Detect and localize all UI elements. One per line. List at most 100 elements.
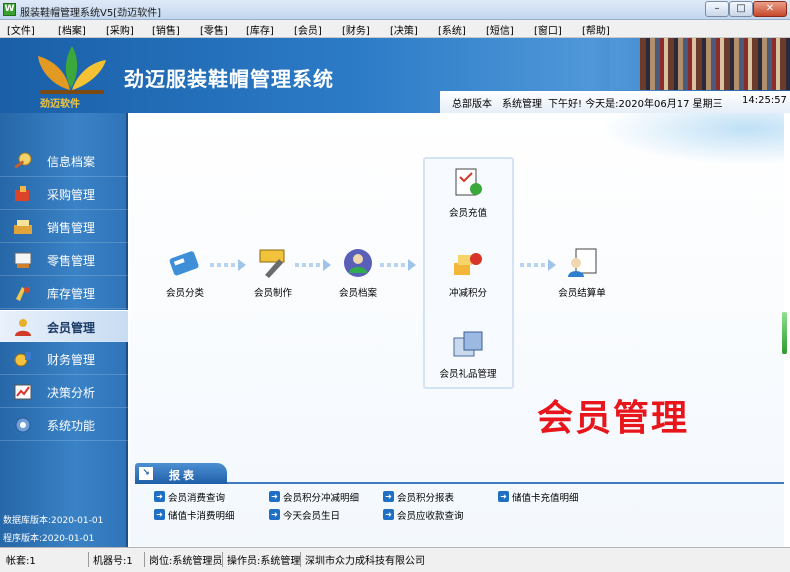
sidebar-item-finance[interactable]: 财务管理 [0, 343, 128, 375]
menu-system[interactable]: [系统] [438, 22, 466, 37]
close-button[interactable]: ✕ [753, 1, 787, 17]
menu-bar: [文件] [档案] [采购] [销售] [零售] [库存] [会员] [财务] … [0, 20, 790, 38]
arrow-right-icon: ➜ [383, 509, 394, 520]
arrow-right-icon: ➜ [269, 491, 280, 502]
arrow-icon: ↘ [139, 467, 153, 480]
status-company: 深圳市众力成科技有限公司 [300, 552, 425, 567]
member-archive-icon [344, 249, 372, 277]
status-post: 岗位:系统管理员 [144, 552, 222, 567]
node-label: 会员制作 [253, 288, 292, 299]
report-link-label: 今天会员生日 [283, 511, 341, 522]
node-recharge[interactable]: 会员充值 [423, 165, 513, 219]
node-label: 冲减积分 [448, 288, 487, 299]
sidebar-item-purchase[interactable]: 采购管理 [0, 178, 128, 210]
node-label: 会员充值 [448, 208, 487, 219]
section-title: 会员管理 [537, 398, 690, 439]
sidebar-item-member[interactable]: 会员管理 [0, 310, 128, 342]
report-link-label: 会员应收款查询 [397, 511, 464, 522]
report-link-label: 会员消费查询 [168, 493, 226, 504]
node-settlement[interactable]: 会员结算单 [537, 245, 627, 299]
points-offset-icon [454, 253, 482, 275]
settlement-icon [568, 248, 597, 277]
menu-retail[interactable]: [零售] [200, 22, 228, 37]
menu-decision[interactable]: [决策] [390, 22, 418, 37]
report-tab[interactable]: ↘ 报表 [135, 463, 227, 484]
status-machine: 机器号:1 [88, 552, 133, 567]
maximize-button[interactable]: □ [729, 1, 753, 17]
node-member-category[interactable]: 会员分类 [140, 245, 230, 299]
sidebar: 信息档案 采购管理 销售管理 零售管理 库存管理 会员管理 财务管理 决策分析 … [0, 113, 128, 547]
sidebar-item-info-archive[interactable]: 信息档案 [0, 145, 128, 177]
scroll-indicator[interactable] [782, 312, 787, 354]
sidebar-item-analysis[interactable]: 决策分析 [0, 376, 128, 408]
sidebar-item-label: 零售管理 [47, 254, 96, 268]
window-titlebar: W 服装鞋帽管理系统V5[劲迈软件] – □ ✕ [0, 0, 790, 20]
header-clock: 14:25:57 [742, 95, 787, 106]
menu-member[interactable]: [会员] [294, 22, 322, 37]
purchase-icon [15, 186, 29, 201]
sidebar-item-sales[interactable]: 销售管理 [0, 211, 128, 243]
header-greeting: 下午好! 今天是:2020年06月17 星期三 [548, 99, 723, 110]
header-banner: 劲迈软件 劲迈服装鞋帽管理系统 总部版本 系统管理 下午好! 今天是:2020年… [0, 38, 790, 113]
app-icon: W [3, 3, 16, 16]
node-label: 会员分类 [165, 288, 204, 299]
sidebar-item-system[interactable]: 系统功能 [0, 409, 128, 441]
status-bar: 帐套:1 机器号:1 岗位:系统管理员 操作员:系统管理 深圳市众力成科技有限公… [0, 547, 790, 572]
node-member-archive[interactable]: 会员档案 [313, 245, 403, 299]
arrow-right-icon: ➜ [383, 491, 394, 502]
sidebar-item-label: 库存管理 [47, 287, 96, 301]
sidebar-item-label: 会员管理 [47, 321, 96, 335]
menu-inventory[interactable]: [库存] [246, 22, 274, 37]
banner-photo [640, 38, 790, 90]
sidebar-item-label: 采购管理 [47, 188, 96, 202]
sidebar-item-label: 系统功能 [47, 419, 96, 433]
status-operator: 操作员:系统管理 [222, 552, 300, 567]
sidebar-item-label: 决策分析 [47, 386, 96, 400]
report-tab-label: 报表 [169, 469, 197, 482]
menu-purchase[interactable]: [采购] [106, 22, 134, 37]
logo-text: 劲迈软件 [40, 99, 80, 110]
status-account: 帐套:1 [6, 556, 36, 567]
recharge-icon [455, 168, 482, 196]
sidebar-item-label: 财务管理 [47, 353, 96, 367]
database-version: 数据库版本:2020-01-01 [3, 516, 104, 526]
system-icon [15, 417, 31, 433]
flow-arrow-icon [380, 259, 416, 271]
sidebar-item-retail[interactable]: 零售管理 [0, 244, 128, 276]
node-card-making[interactable]: 会员制作 [228, 245, 318, 299]
inventory-icon [16, 287, 30, 301]
sidebar-item-label: 信息档案 [47, 155, 96, 169]
menu-window[interactable]: [窗口] [534, 22, 562, 37]
report-bar: ↘ 报表 [135, 460, 784, 484]
analysis-icon [14, 384, 32, 400]
report-link-label: 会员积分冲减明细 [283, 493, 360, 504]
node-label: 会员结算单 [558, 288, 606, 299]
flow-arrow-icon [210, 259, 246, 271]
menu-finance[interactable]: [财务] [342, 22, 370, 37]
gift-management-icon [453, 331, 483, 357]
node-gift-management[interactable]: 会员礼品管理 [423, 326, 513, 380]
menu-help[interactable]: [帮助] [582, 22, 610, 37]
program-version: 程序版本:2020-01-01 [3, 534, 95, 544]
member-card-icon [169, 251, 199, 276]
report-link-label: 会员积分报表 [397, 493, 455, 504]
node-label: 会员礼品管理 [439, 369, 497, 380]
sales-icon [14, 220, 32, 234]
main-panel: 会员分类 会员制作 会员档案 会员充值 冲减积分 会员礼品管理 会员结算单 会员… [130, 113, 784, 547]
member-icon [15, 319, 31, 336]
menu-archive[interactable]: [档案] [58, 22, 86, 37]
minimize-button[interactable]: – [705, 1, 729, 17]
node-label: 会员档案 [338, 288, 377, 299]
menu-sales[interactable]: [销售] [152, 22, 180, 37]
report-link-label: 储值卡充值明细 [512, 493, 579, 504]
arrow-right-icon: ➜ [498, 491, 509, 502]
window-title: 服装鞋帽管理系统V5[劲迈软件] [20, 8, 162, 19]
menu-sms[interactable]: [短信] [486, 22, 514, 37]
sidebar-item-inventory[interactable]: 库存管理 [0, 277, 128, 309]
node-points-offset[interactable]: 冲减积分 [423, 245, 513, 299]
arrow-right-icon: ➜ [154, 491, 165, 502]
finance-icon [14, 352, 31, 367]
menu-file[interactable]: [文件] [7, 22, 35, 37]
report-link-label: 储值卡消费明细 [168, 511, 235, 522]
arrow-right-icon: ➜ [269, 509, 280, 520]
